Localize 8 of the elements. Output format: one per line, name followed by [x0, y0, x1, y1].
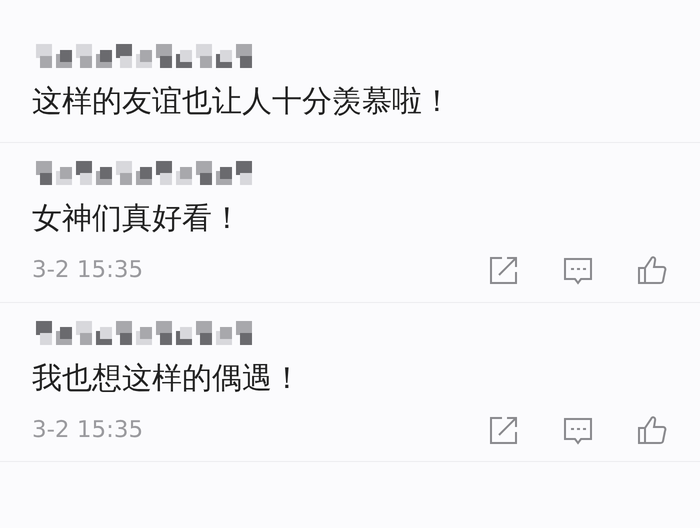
comment-text: 我也想这样的偶遇！	[32, 360, 303, 398]
thumbs-up-icon[interactable]	[636, 254, 668, 286]
share-icon[interactable]	[488, 254, 520, 286]
comment-time: 3-2 15:35	[32, 416, 144, 444]
thumbs-up-icon[interactable]	[636, 414, 668, 446]
comment-time: 3-2 15:35	[32, 256, 144, 285]
comment-text: 这样的友谊也让人十分羡慕啦！	[32, 83, 453, 121]
comment-text: 女神们真好看！	[32, 200, 243, 238]
